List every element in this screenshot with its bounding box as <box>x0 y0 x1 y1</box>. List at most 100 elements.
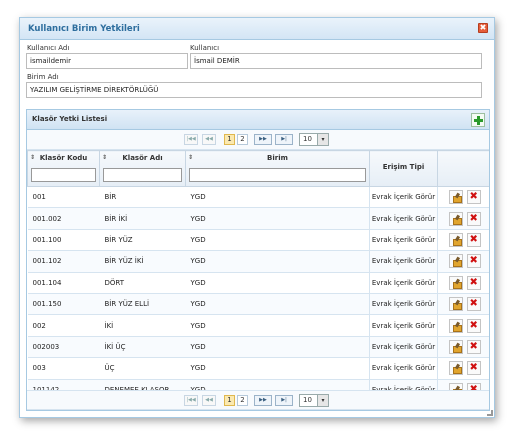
table-row[interactable]: 001.002 BİR İKİ YGD Evrak İçerik Görür ✖ <box>27 207 489 230</box>
delete-icon[interactable]: ✖ <box>466 190 481 205</box>
user-label: Kullanıcı <box>190 44 220 52</box>
chevron-down-icon: ▾ <box>317 134 328 145</box>
username-field[interactable]: ismaildemir <box>26 53 188 69</box>
cell-birim: YGD <box>185 185 370 209</box>
page-1-button[interactable]: 1 <box>224 134 235 145</box>
cell-klasor-kodu: 001 <box>27 185 100 209</box>
page-size-value: 10 <box>303 135 312 143</box>
edit-icon[interactable] <box>448 232 463 247</box>
delete-icon[interactable]: ✖ <box>466 232 481 247</box>
delete-icon[interactable]: ✖ <box>466 318 481 333</box>
header-birim[interactable]: ⇕ Birim <box>185 150 370 187</box>
edit-icon[interactable] <box>448 254 463 269</box>
klasor-yetki-panel: Klasör Yetki Listesi |◀◀ ◀◀ 1 2 ▶▶ ▶| 10… <box>26 109 490 411</box>
delete-icon[interactable]: ✖ <box>466 211 481 226</box>
edit-icon[interactable] <box>448 275 463 290</box>
header-erisim-tipi-label: Erişim Tipi <box>382 163 425 171</box>
cell-klasor-kodu: 001.104 <box>27 271 100 294</box>
user-field[interactable]: İsmail DEMİR <box>190 53 482 69</box>
cell-klasor-adi: BİR YÜZ <box>99 228 186 252</box>
first-page-button[interactable]: |◀◀ <box>184 134 198 145</box>
cell-klasor-adi: BİR YÜZ İKİ <box>99 250 186 273</box>
klasor-table: ⇕ Klasör Kodu ⇕ Klasör Adı ⇕ Birim Erişim T… <box>27 150 489 401</box>
table-row[interactable]: 002 İKİ YGD Evrak İçerik Görür ✖ <box>27 314 489 337</box>
edit-icon[interactable] <box>448 339 463 354</box>
cell-actions: ✖ <box>437 207 489 230</box>
unit-label: Birim Adı <box>27 73 59 81</box>
cell-birim: YGD <box>185 314 370 337</box>
first-page-button[interactable]: |◀◀ <box>184 395 198 406</box>
cell-birim: YGD <box>185 271 370 294</box>
next-page-button[interactable]: ▶▶ <box>254 395 272 406</box>
cell-erisim-tipi: Evrak İçerik Görür <box>369 292 438 316</box>
table-row[interactable]: 001.104 DÖRT YGD Evrak İçerik Görür ✖ <box>27 271 489 294</box>
next-page-button[interactable]: ▶▶ <box>254 134 272 145</box>
filter-birim-input[interactable] <box>189 168 366 182</box>
cell-klasor-kodu: 001.102 <box>27 250 100 273</box>
cell-birim: YGD <box>185 228 370 252</box>
cell-erisim-tipi: Evrak İçerik Görür <box>369 185 438 209</box>
sort-icon: ⇕ <box>188 154 194 161</box>
last-page-button[interactable]: ▶| <box>275 134 293 145</box>
header-klasor-adi-label: Klasör Adı <box>122 154 163 162</box>
cell-birim: YGD <box>185 250 370 273</box>
page-size-select[interactable]: 10 ▾ <box>299 394 329 407</box>
cell-birim: YGD <box>185 207 370 230</box>
delete-icon[interactable]: ✖ <box>466 339 481 354</box>
cell-klasor-adi: ÜÇ <box>99 357 186 380</box>
add-plus-icon[interactable] <box>471 113 485 127</box>
cell-actions: ✖ <box>437 357 489 380</box>
table-row[interactable]: 003 ÜÇ YGD Evrak İçerik Görür ✖ <box>27 357 489 380</box>
cell-klasor-kodu: 002 <box>27 314 100 337</box>
table-row[interactable]: 002003 İKİ ÜÇ YGD Evrak İçerik Görür ✖ <box>27 335 489 359</box>
edit-icon[interactable] <box>448 211 463 226</box>
filter-klasor-kodu-input[interactable] <box>31 168 96 182</box>
page-size-select[interactable]: 10 ▾ <box>299 133 329 146</box>
edit-icon[interactable] <box>448 297 463 312</box>
cell-actions: ✖ <box>437 292 489 316</box>
delete-icon[interactable]: ✖ <box>466 275 481 290</box>
unit-field[interactable]: YAZILIM GELİŞTİRME DİREKTÖRLÜĞÜ <box>26 82 482 98</box>
cell-actions: ✖ <box>437 314 489 337</box>
top-pager: |◀◀ ◀◀ 1 2 ▶▶ ▶| 10 ▾ <box>27 130 489 150</box>
edit-icon[interactable] <box>448 318 463 333</box>
dialog-titlebar[interactable]: Kullanıcı Birim Yetkileri ✖ <box>20 18 494 40</box>
table-row[interactable]: 001.100 BİR YÜZ YGD Evrak İçerik Görür ✖ <box>27 228 489 252</box>
header-erisim-tipi: Erişim Tipi <box>369 150 438 187</box>
page-1-button[interactable]: 1 <box>224 395 235 406</box>
cell-actions: ✖ <box>437 271 489 294</box>
cell-klasor-adi: İKİ ÜÇ <box>99 335 186 359</box>
table-row[interactable]: 001.102 BİR YÜZ İKİ YGD Evrak İçerik Görür ✖ <box>27 250 489 273</box>
cell-klasor-kodu: 002003 <box>27 335 100 359</box>
prev-page-button[interactable]: ◀◀ <box>202 395 216 406</box>
edit-icon[interactable] <box>448 190 463 205</box>
header-klasor-adi[interactable]: ⇕ Klasör Adı <box>99 150 186 187</box>
sort-icon: ⇕ <box>102 154 108 161</box>
close-icon[interactable]: ✖ <box>478 23 488 33</box>
kullanici-birim-yetkileri-dialog: Kullanıcı Birim Yetkileri ✖ Kullanıcı Ad… <box>19 17 495 418</box>
bottom-pager: |◀◀ ◀◀ 1 2 ▶▶ ▶| 10 ▾ <box>27 390 489 410</box>
cell-klasor-kodu: 001.150 <box>27 292 100 316</box>
header-klasor-kodu-label: Klasör Kodu <box>39 154 88 162</box>
table-row[interactable]: 001 BİR YGD Evrak İçerik Görür ✖ <box>27 185 489 209</box>
header-klasor-kodu[interactable]: ⇕ Klasör Kodu <box>27 150 100 187</box>
resize-handle[interactable] <box>487 410 493 416</box>
cell-erisim-tipi: Evrak İçerik Görür <box>369 357 438 380</box>
delete-icon[interactable]: ✖ <box>466 361 481 376</box>
cell-erisim-tipi: Evrak İçerik Görür <box>369 335 438 359</box>
table-row[interactable]: 001.150 BİR YÜZ ELLİ YGD Evrak İçerik Görür… <box>27 292 489 316</box>
page-2-button[interactable]: 2 <box>237 134 248 145</box>
delete-icon[interactable]: ✖ <box>466 254 481 269</box>
header-actions <box>437 150 489 187</box>
edit-icon[interactable] <box>448 361 463 376</box>
dialog-title: Kullanıcı Birim Yetkileri <box>28 24 140 34</box>
delete-icon[interactable]: ✖ <box>466 297 481 312</box>
chevron-down-icon: ▾ <box>317 395 328 406</box>
cell-klasor-adi: İKİ <box>99 314 186 337</box>
last-page-button[interactable]: ▶| <box>275 395 293 406</box>
panel-header: Klasör Yetki Listesi <box>27 110 489 130</box>
prev-page-button[interactable]: ◀◀ <box>202 134 216 145</box>
filter-klasor-adi-input[interactable] <box>103 168 182 182</box>
page-2-button[interactable]: 2 <box>237 395 248 406</box>
cell-klasor-kodu: 003 <box>27 357 100 380</box>
